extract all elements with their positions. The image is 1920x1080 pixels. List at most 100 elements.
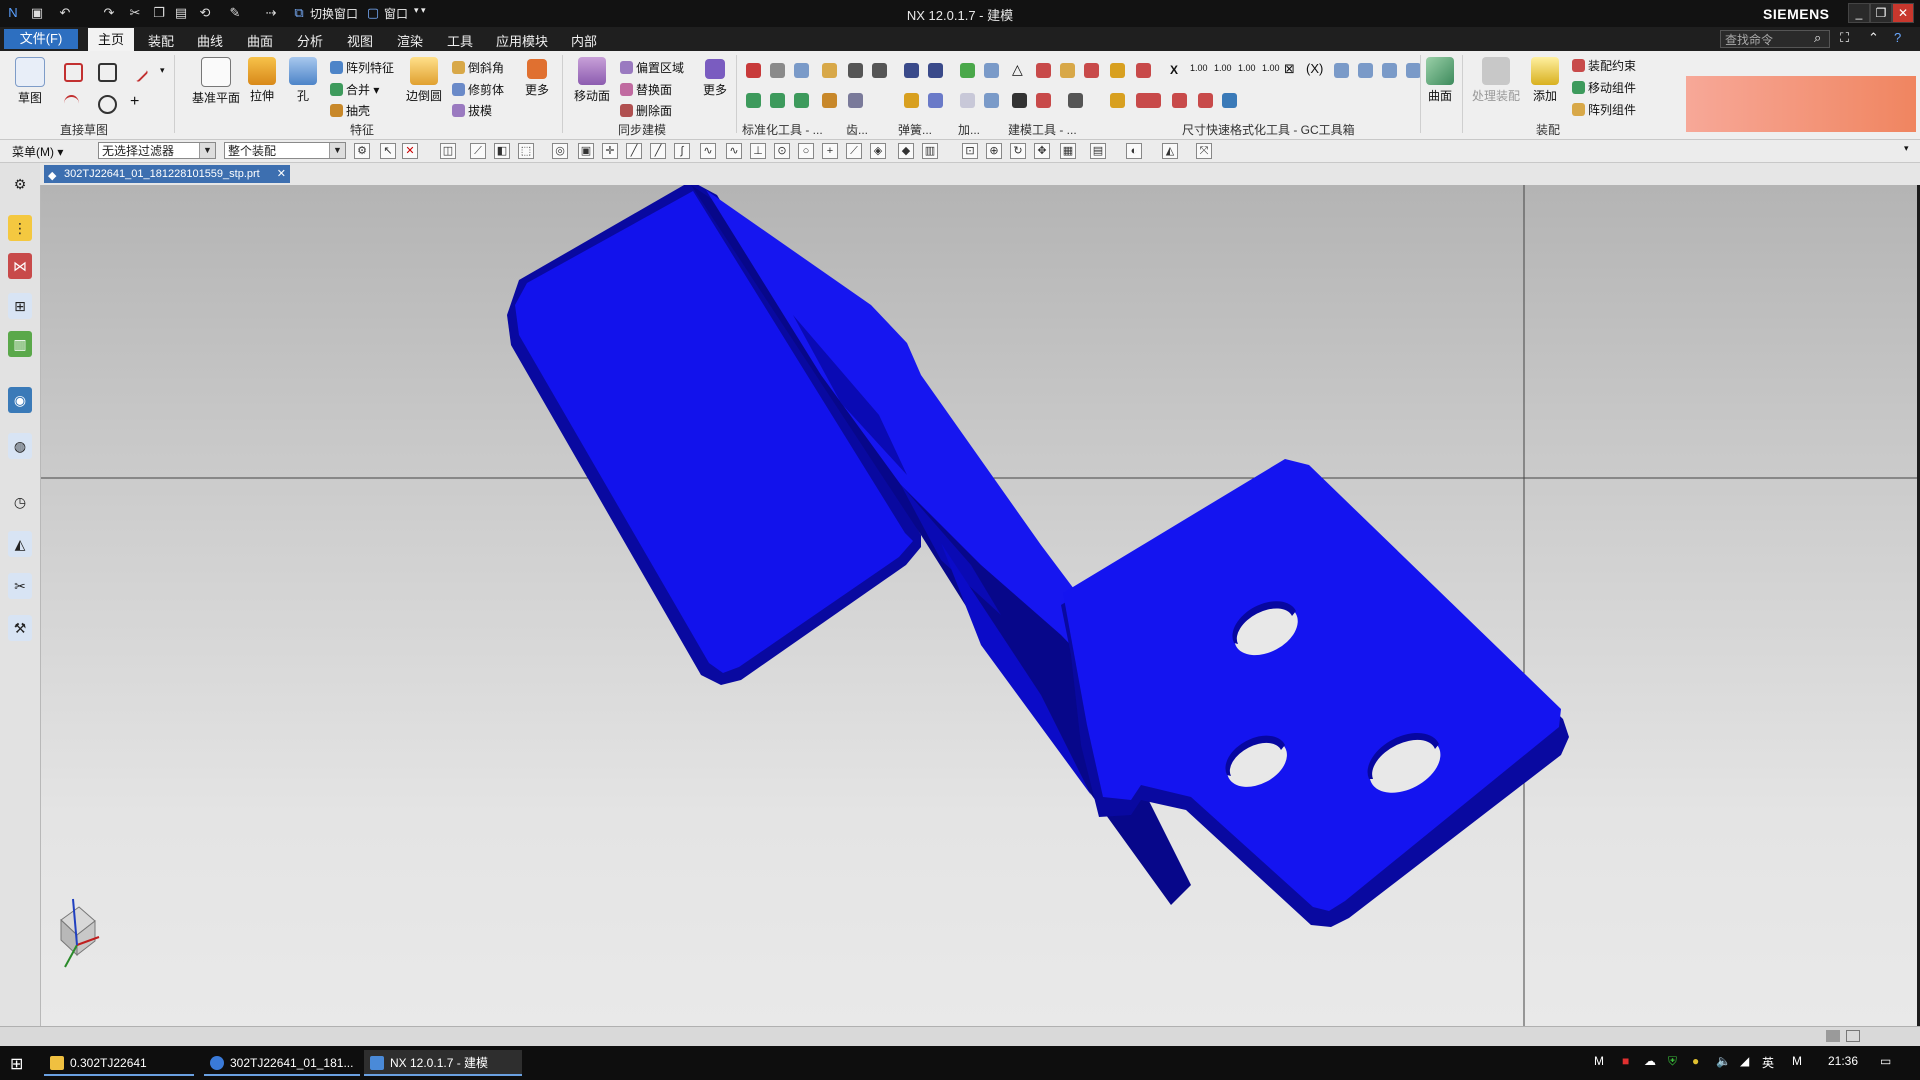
tray-m-icon[interactable]: M (1594, 1054, 1604, 1068)
add-check-icon[interactable] (960, 63, 975, 78)
input-language[interactable]: 英 (1762, 1054, 1774, 1071)
feature-more-button[interactable]: 更多 (522, 59, 552, 98)
move-component-button[interactable]: 移动组件 (1572, 79, 1636, 96)
tab-internal[interactable]: 内部 (571, 31, 597, 50)
tile-view-icon[interactable] (1826, 1030, 1840, 1042)
edge-blend-button[interactable]: 边倒圆 (404, 57, 444, 104)
layer-icon[interactable]: ▤ (1090, 143, 1106, 159)
line-snap-icon[interactable]: ╱ (626, 143, 642, 159)
spline-icon[interactable]: ∿ (700, 143, 716, 159)
tab-analysis[interactable]: 分析 (297, 31, 323, 50)
part-navigator-icon[interactable]: ⊞ (8, 293, 32, 319)
replace-face-button[interactable]: 替换面 (620, 81, 672, 98)
settings-icon[interactable]: ⚙ (8, 171, 32, 197)
reference-dim-icon[interactable]: ⊠ (1284, 61, 1295, 77)
book-icon[interactable]: ▥ (922, 143, 938, 159)
modeling-tool-4-icon[interactable] (1012, 93, 1027, 108)
roles-icon[interactable]: ⚒ (8, 615, 32, 641)
menu-button[interactable]: 菜单(M) ▾ (12, 143, 63, 160)
tab-tools[interactable]: 工具 (447, 31, 473, 50)
onedrive-icon[interactable]: ☁ (1644, 1054, 1656, 1068)
tab-home[interactable]: 主页 (88, 28, 134, 51)
modeling-tool-5-icon[interactable] (1036, 93, 1051, 108)
search-icon[interactable]: ⌕ (1814, 30, 1821, 46)
center-icon[interactable]: ⊙ (774, 143, 790, 159)
spring-icon[interactable] (904, 63, 919, 78)
pattern-component-button[interactable]: 阵列组件 (1572, 101, 1636, 118)
modeling-tool-3-icon[interactable] (1084, 63, 1099, 78)
tab-surface[interactable]: 曲面 (247, 31, 273, 50)
undo-format-icon[interactable] (1222, 93, 1237, 108)
sync-more-button[interactable]: 更多 (700, 59, 730, 98)
quadrant-icon[interactable]: ○ (798, 143, 814, 159)
disk-spring-icon[interactable] (928, 63, 943, 78)
draft-button[interactable]: 拔模 (452, 102, 492, 119)
triangle-icon[interactable]: △ (1012, 61, 1023, 78)
system-materials-icon[interactable]: ◭ (8, 531, 32, 557)
datum-plane-button[interactable]: 基准平面 (190, 57, 242, 106)
graphics-window[interactable] (41, 185, 1917, 1026)
tray-red-icon[interactable]: ■ (1622, 1054, 1629, 1068)
view-icon[interactable]: ◎ (552, 143, 568, 159)
promo-banner[interactable] (1686, 76, 1916, 132)
part-model-view[interactable] (41, 185, 1917, 1026)
box-select-icon[interactable]: ⬚ (518, 143, 534, 159)
dim-tool-1-icon[interactable] (1110, 63, 1125, 78)
ime-icon[interactable]: M (1792, 1054, 1802, 1068)
modeling-tool-6-icon[interactable] (1068, 93, 1083, 108)
delete-face-button[interactable]: 删除面 (620, 102, 672, 119)
cube-icon[interactable]: ▣ (578, 143, 594, 159)
constraint-navigator-icon[interactable]: ⋈ (8, 253, 32, 279)
mid-point-icon[interactable]: ⊥ (750, 143, 766, 159)
reuse-library-icon[interactable]: ▥ (8, 331, 32, 357)
snap-icon[interactable]: ⚙ (354, 143, 370, 159)
view-triad-icon[interactable] (60, 898, 100, 968)
snap-point-icon[interactable]: ✛ (602, 143, 618, 159)
gear-icon[interactable] (822, 63, 837, 78)
render-style-icon[interactable]: ▦ (1060, 143, 1076, 159)
point-on-curve-icon[interactable]: ⟋ (846, 143, 862, 159)
edit-object-display-icon[interactable]: ◐ (1126, 143, 1142, 159)
diameter-3-icon[interactable] (1198, 93, 1213, 108)
coil-spring-icon[interactable] (904, 93, 919, 108)
taskbar-item-folder[interactable]: 0.302TJ22641 (44, 1050, 194, 1076)
file-menu-button[interactable]: 文件(F) (4, 29, 78, 49)
profile-icon[interactable] (64, 63, 83, 82)
move-face-button[interactable]: 移动面 (572, 57, 612, 104)
close-tab-icon[interactable]: ✕ (277, 165, 286, 183)
tab-view[interactable]: 视图 (347, 31, 373, 50)
add-cylinder-icon[interactable] (960, 93, 975, 108)
trim-body-button[interactable]: 修剪体 (452, 81, 504, 98)
add-link-icon[interactable] (984, 93, 999, 108)
curve-icon[interactable]: ∫ (674, 143, 690, 159)
tab-applications[interactable]: 应用模块 (496, 31, 548, 50)
chain-icon[interactable] (848, 93, 863, 108)
dim-format-4-button[interactable]: 1.00 (1262, 63, 1280, 73)
bracket-dim-icon[interactable]: (X) (1306, 61, 1323, 76)
washer-icon[interactable] (746, 93, 761, 108)
web-browser-icon[interactable]: ◍ (8, 433, 32, 459)
hd3d-tools-icon[interactable]: ◉ (8, 387, 32, 413)
collapse-ribbon-icon[interactable]: ⌃ (1868, 30, 1879, 46)
notification-icon[interactable]: ▭ (1880, 1054, 1891, 1068)
type-filter-dropdown[interactable]: 无选择过滤器 ▼ (98, 142, 216, 159)
chamfer-button[interactable]: 倒斜角 (452, 59, 504, 76)
dim-format-3-button[interactable]: 1.00 (1238, 63, 1256, 73)
process-assembly-button[interactable]: 处理装配 (1468, 57, 1524, 104)
toolbar-overflow-icon[interactable]: ▾ (1904, 143, 1909, 154)
windows-start-icon[interactable]: ⊞ (10, 1054, 23, 1074)
volume-icon[interactable]: 🔈 (1716, 1054, 1731, 1068)
select-body-icon[interactable]: ◧ (494, 143, 510, 159)
tolerance-4-icon[interactable] (1406, 63, 1421, 78)
standard-part-icon[interactable] (746, 63, 761, 78)
cam-icon[interactable] (822, 93, 837, 108)
point-icon[interactable]: + (130, 93, 139, 111)
dim-format-1-button[interactable]: 1.00 (1190, 63, 1208, 73)
tolerance-3-icon[interactable] (1382, 63, 1397, 78)
key-icon[interactable] (794, 93, 809, 108)
taskbar-item-nx[interactable]: NX 12.0.1.7 - 建模 (364, 1050, 522, 1076)
fit-view-icon[interactable]: ⊡ (962, 143, 978, 159)
tab-assembly[interactable]: 装配 (148, 31, 174, 50)
add-component-button[interactable]: 添加 (1528, 57, 1562, 104)
clear-dims-icon[interactable]: X (1170, 63, 1178, 77)
